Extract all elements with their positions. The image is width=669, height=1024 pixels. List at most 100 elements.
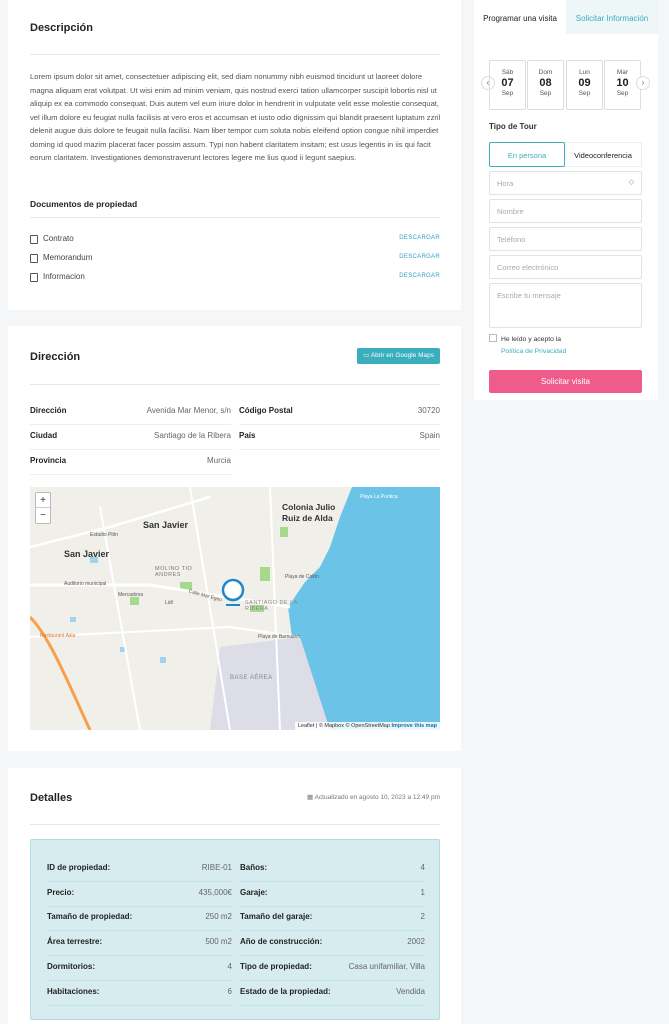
map-label: MOLINO TIO ANDRES bbox=[155, 566, 193, 578]
tour-type-title: Tipo de Tour bbox=[489, 122, 537, 131]
map-label: Auditorio municipal bbox=[64, 581, 107, 587]
email-input[interactable]: Correo electrónico bbox=[489, 255, 642, 279]
address-value: Santiago de la Ribera bbox=[154, 431, 231, 440]
details-value: RIBE-01 bbox=[201, 863, 232, 872]
map[interactable]: San Javier San Javier Colonia Julio Ruiz… bbox=[30, 487, 440, 730]
map-attribution: Leaflet | © Mapbox © OpenStreetMap Impro… bbox=[294, 722, 440, 730]
document-row: Memorandum DESCARGAR bbox=[30, 253, 440, 265]
details-row: Garaje: 1 bbox=[240, 883, 425, 907]
details-row: Tamaño de propiedad: 250 m2 bbox=[47, 907, 232, 931]
zoom-control: + − bbox=[35, 492, 51, 524]
tour-in-person-button[interactable]: En persona bbox=[489, 142, 565, 167]
details-key: Habitaciones: bbox=[47, 987, 100, 996]
divider bbox=[30, 54, 440, 55]
date-day: Sáb bbox=[501, 69, 514, 76]
address-key: Código Postal bbox=[239, 406, 293, 415]
details-row: Dormitorios: 4 bbox=[47, 957, 232, 981]
date-option[interactable]: Lun 09 Sep bbox=[566, 60, 603, 110]
phone-input[interactable]: Teléfono bbox=[489, 227, 642, 251]
address-row: Ciudad Santiago de la Ribera bbox=[30, 426, 231, 450]
details-key: Área terrestre: bbox=[47, 937, 103, 946]
map-label: SANTIAGO DE LA RIBERA bbox=[245, 600, 298, 612]
map-label: BASE AÉREA bbox=[230, 675, 273, 681]
open-google-maps-button[interactable]: ▭ Abrir en Google Maps bbox=[357, 348, 440, 364]
request-visit-button[interactable]: Solicitar visita bbox=[489, 370, 642, 393]
address-value: Murcia bbox=[206, 456, 231, 465]
chevron-updown-icon: ◇ bbox=[628, 179, 634, 186]
address-key: Dirección bbox=[30, 406, 67, 415]
details-row: Habitaciones: 6 bbox=[47, 982, 232, 1006]
zoom-out-button[interactable]: − bbox=[36, 508, 50, 523]
time-select[interactable]: Hora ◇ bbox=[489, 171, 642, 195]
details-key: Tamaño de propiedad: bbox=[47, 912, 133, 921]
date-day: Mar bbox=[616, 69, 629, 76]
map-label: Playa de Barnuevo bbox=[258, 634, 301, 640]
address-key: País bbox=[239, 431, 256, 440]
details-value: Casa unifamiliar, Villa bbox=[348, 962, 425, 971]
map-label: Playa de Colón bbox=[285, 574, 319, 580]
address-row: Código Postal 30720 bbox=[239, 401, 440, 425]
address-row: País Spain bbox=[239, 426, 440, 450]
description-title: Descripción bbox=[30, 22, 93, 34]
date-option[interactable]: Sáb 07 Sep bbox=[489, 60, 526, 110]
date-month: Sep bbox=[501, 90, 514, 97]
updated-date: ▦ Actualizado en agosto 10, 2023 a 12:49… bbox=[307, 793, 440, 801]
details-table: ID de propiedad: RIBE-01 Baños: 4 Precio: 4… bbox=[30, 839, 440, 1020]
divider bbox=[30, 824, 440, 825]
map-label: San Javier bbox=[143, 520, 189, 530]
tab-request-info[interactable]: Solicitar Información bbox=[566, 0, 658, 34]
download-link[interactable]: DESCARGAR bbox=[399, 254, 440, 260]
message-textarea[interactable]: Escribe tu mensaje bbox=[489, 283, 642, 328]
document-icon bbox=[30, 254, 38, 263]
calendar-icon: ▦ bbox=[307, 794, 315, 801]
improve-map-link[interactable]: Improve this map bbox=[391, 723, 437, 729]
details-row: Tipo de propiedad: Casa unifamiliar, Vill… bbox=[240, 957, 425, 981]
map-label: Colonia Julio Ruiz de Alda bbox=[282, 502, 336, 523]
date-month: Sep bbox=[616, 90, 629, 97]
download-link[interactable]: DESCARGAR bbox=[399, 273, 440, 279]
open-google-maps-label: Abrir en Google Maps bbox=[370, 352, 434, 359]
details-key: Garaje: bbox=[240, 888, 268, 897]
address-value: Avenida Mar Menor, s/n bbox=[146, 406, 231, 415]
divider bbox=[30, 384, 440, 385]
tab-schedule-visit[interactable]: Programar una visita bbox=[474, 0, 566, 34]
details-value: 500 m2 bbox=[205, 937, 232, 946]
details-key: Estado de la propiedad: bbox=[240, 987, 331, 996]
details-row: Precio: 435,000€ bbox=[47, 883, 232, 907]
map-label: Lidl bbox=[165, 600, 173, 606]
details-row: Tamaño del garaje: 2 bbox=[240, 907, 425, 931]
privacy-policy-link[interactable]: Política de Privacidad bbox=[501, 346, 566, 358]
details-title: Detalles bbox=[30, 792, 73, 804]
details-row: Año de construcción: 2002 bbox=[240, 932, 425, 956]
privacy-checkbox[interactable] bbox=[489, 334, 497, 342]
map-icon: ▭ bbox=[363, 352, 371, 359]
details-value: 4 bbox=[227, 962, 232, 971]
schedule-sidebar: Programar una visita Solicitar Informaci… bbox=[474, 0, 658, 400]
details-value: 4 bbox=[420, 863, 425, 872]
details-key: Dormitorios: bbox=[47, 962, 95, 971]
date-number: 10 bbox=[616, 77, 629, 89]
address-row: Provincia Murcia bbox=[30, 451, 231, 475]
name-input[interactable]: Nombre bbox=[489, 199, 642, 223]
date-month: Sep bbox=[578, 90, 591, 97]
date-month: Sep bbox=[539, 90, 552, 97]
date-option[interactable]: Dom 08 Sep bbox=[527, 60, 564, 110]
chevron-right-icon[interactable]: › bbox=[636, 76, 650, 90]
date-number: 07 bbox=[501, 77, 514, 89]
details-key: Precio: bbox=[47, 888, 75, 897]
document-row: Informacion DESCARGAR bbox=[30, 272, 440, 284]
details-row: Baños: 4 bbox=[240, 858, 425, 882]
address-row: Dirección Avenida Mar Menor, s/n bbox=[30, 401, 231, 425]
document-icon bbox=[30, 273, 38, 282]
details-card: Detalles ▦ Actualizado en agosto 10, 202… bbox=[8, 768, 461, 1024]
date-day: Lun bbox=[579, 69, 590, 76]
attribution-text[interactable]: Leaflet | © Mapbox © OpenStreetMap bbox=[298, 723, 390, 729]
download-link[interactable]: DESCARGAR bbox=[399, 235, 440, 241]
zoom-in-button[interactable]: + bbox=[36, 493, 50, 508]
consent-text: He leído y acepto la bbox=[501, 336, 562, 343]
date-number: 09 bbox=[578, 77, 591, 89]
tour-video-button[interactable]: Videoconferencia bbox=[565, 142, 642, 167]
address-title: Dirección bbox=[30, 351, 81, 363]
description-text: Lorem ipsum dolor sit amet, consectetuer… bbox=[30, 72, 441, 162]
updated-text: Actualizado en agosto 10, 2023 a 12:49 p… bbox=[314, 794, 440, 801]
